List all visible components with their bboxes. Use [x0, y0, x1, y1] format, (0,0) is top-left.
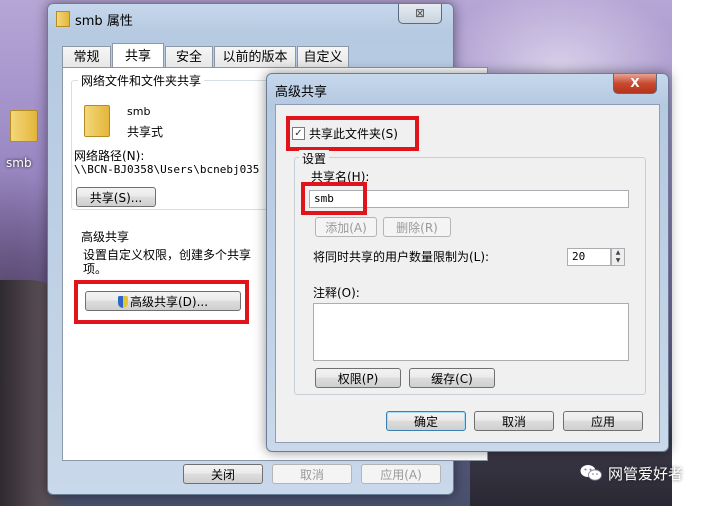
- advanced-sharing-title: 高级共享: [81, 230, 130, 244]
- dialog-body: ✓ 共享此文件夹(S) 设置 共享名(H): smb 添加(A) 删除(R) 将…: [275, 104, 660, 443]
- folder-share-state: 共享式: [127, 125, 164, 139]
- cache-button[interactable]: 缓存(C): [409, 368, 495, 388]
- tab-previous-versions[interactable]: 以前的版本: [214, 46, 296, 68]
- page-margin: [672, 0, 721, 506]
- network-path-value: \\BCN-BJ0358\Users\bcnebj035: [74, 163, 260, 176]
- dialog-title: 高级共享: [275, 85, 328, 100]
- advanced-sharing-description: 设置自定义权限，创建多个共享: [83, 248, 252, 262]
- remove-button[interactable]: 删除(R): [383, 217, 451, 237]
- share-button[interactable]: 共享(S)...: [76, 187, 156, 207]
- share-name-input[interactable]: smb: [309, 190, 629, 208]
- settings-group: 设置 共享名(H): smb 添加(A) 删除(R) 将同时共享的用户数量限制为…: [294, 150, 646, 395]
- add-button[interactable]: 添加(A): [315, 217, 377, 237]
- user-limit-label: 将同时共享的用户数量限制为(L):: [313, 250, 490, 264]
- desktop-icon-label: smb: [6, 156, 32, 170]
- share-folder-label[interactable]: 共享此文件夹(S): [309, 125, 398, 142]
- share-folder-checkbox[interactable]: ✓: [292, 127, 305, 140]
- advanced-sharing-button[interactable]: 高级共享(D)...: [85, 291, 241, 311]
- share-name-label: 共享名(H):: [311, 170, 370, 184]
- ok-button[interactable]: 确定: [386, 411, 466, 431]
- folder-icon: [84, 105, 110, 137]
- tab-general[interactable]: 常规: [62, 46, 111, 68]
- close-button[interactable]: ⊠: [398, 4, 442, 24]
- title-bar[interactable]: 高级共享 X: [267, 74, 668, 102]
- folder-icon: [56, 11, 70, 27]
- settings-label: 设置: [299, 150, 330, 167]
- advanced-sharing-dialog: 高级共享 X ✓ 共享此文件夹(S) 设置 共享名(H): smb 添加(A) …: [266, 73, 669, 452]
- watermark-text: 网管爱好者: [608, 465, 684, 483]
- desktop-folder-icon[interactable]: [6, 110, 42, 150]
- comment-label: 注释(O):: [313, 286, 360, 300]
- tab-security[interactable]: 安全: [165, 46, 213, 68]
- wechat-icon: [580, 465, 602, 481]
- advanced-sharing-description-cont: 项。: [83, 262, 108, 276]
- advanced-sharing-button-label: 高级共享(D)...: [129, 295, 209, 309]
- comment-textarea[interactable]: [313, 303, 629, 361]
- apply-button[interactable]: 应用: [563, 411, 643, 431]
- cancel-button[interactable]: 取消: [272, 464, 352, 484]
- shield-icon: [117, 296, 128, 308]
- title-bar[interactable]: smb 属性 ⊠: [48, 4, 453, 32]
- group-title: 网络文件和文件夹共享: [78, 72, 205, 89]
- tab-sharing[interactable]: 共享: [112, 43, 164, 68]
- user-limit-spinner[interactable]: ▲ ▼: [611, 248, 625, 266]
- user-limit-input[interactable]: 20: [567, 248, 611, 266]
- network-path-label: 网络路径(N):: [74, 149, 145, 163]
- window-title: smb 属性: [75, 14, 133, 29]
- close-button[interactable]: X: [613, 74, 657, 94]
- cancel-button[interactable]: 取消: [474, 411, 554, 431]
- tab-customize[interactable]: 自定义: [297, 46, 349, 68]
- apply-button[interactable]: 应用(A): [361, 464, 441, 484]
- close-button[interactable]: 关闭: [183, 464, 263, 484]
- folder-name: smb: [127, 105, 151, 118]
- permissions-button[interactable]: 权限(P): [315, 368, 401, 388]
